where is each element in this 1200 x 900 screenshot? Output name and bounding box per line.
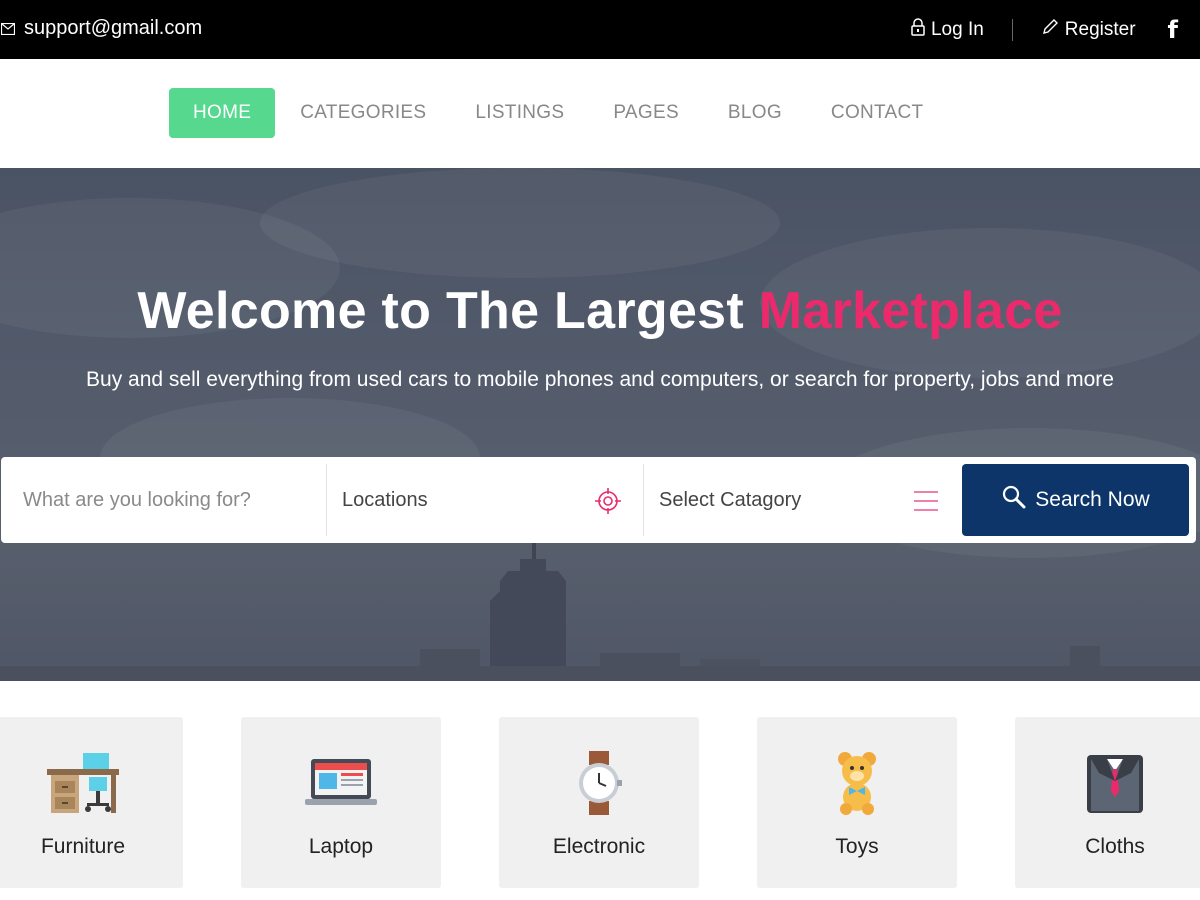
suit-icon (1015, 751, 1200, 815)
location-label: Locations (342, 488, 428, 511)
search-now-button[interactable]: Search Now (962, 464, 1189, 536)
category-label: Laptop (308, 835, 374, 858)
search-now-label: Search Now (1035, 488, 1150, 511)
nav-blog[interactable]: BLOG (704, 88, 806, 138)
login-label: Log In (930, 19, 984, 40)
watch-icon (499, 751, 699, 815)
category-card-furniture[interactable]: Furniture (0, 717, 183, 888)
register-label: Register (1064, 19, 1136, 40)
category-card-electronic[interactable]: Electronic (499, 717, 699, 888)
keyword-input[interactable]: What are you looking for? (1, 464, 327, 536)
category-label: Furniture (40, 835, 126, 858)
divider (1011, 19, 1013, 41)
hero-title-main: Welcome to The Largest (137, 282, 759, 340)
location-select[interactable]: Locations (327, 464, 644, 536)
facebook-icon[interactable]: f (1168, 16, 1178, 44)
pencil-icon (1041, 18, 1059, 42)
laptop-icon (241, 751, 441, 815)
hero-subtitle: Buy and sell everything from used cars t… (86, 368, 1114, 391)
main-nav: HOME CATEGORIES LISTINGS PAGES BLOG CONT… (0, 59, 1200, 168)
envelope-icon (0, 21, 16, 37)
hero-title-accent: Marketplace (758, 282, 1063, 340)
nav-pages[interactable]: PAGES (589, 88, 703, 138)
crosshair-icon (595, 488, 621, 514)
category-card-cloths[interactable]: Cloths (1015, 717, 1200, 888)
nav-contact[interactable]: CONTACT (807, 88, 948, 138)
login-link[interactable]: Log In (911, 18, 984, 42)
category-card-toys[interactable]: Toys (757, 717, 957, 888)
category-grid: Furniture Laptop Electronic Toys Cloths (0, 681, 1200, 900)
hero-title: Welcome to The Largest Marketplace (0, 281, 1200, 341)
search-bar: What are you looking for? Locations Sele… (1, 457, 1196, 543)
nav-listings[interactable]: LISTINGS (451, 88, 588, 138)
hero-section: Welcome to The Largest Marketplace Buy a… (0, 168, 1200, 681)
search-icon (1001, 484, 1027, 516)
support-email[interactable]: support@gmail.com (0, 17, 202, 40)
category-label: Electronic (552, 835, 646, 858)
nav-home[interactable]: HOME (169, 88, 276, 138)
teddy-bear-icon (757, 751, 957, 815)
category-label: Cloths (1085, 835, 1145, 858)
email-text: support@gmail.com (24, 17, 203, 39)
category-select[interactable]: Select Catagory (644, 464, 961, 536)
lock-icon (911, 18, 925, 42)
top-bar: support@gmail.com Log In Register f (0, 0, 1200, 59)
category-label: Toys (835, 835, 879, 858)
category-card-laptop[interactable]: Laptop (241, 717, 441, 888)
menu-icon (913, 488, 939, 514)
register-link[interactable]: Register (1041, 18, 1136, 42)
category-label: Select Catagory (659, 488, 802, 511)
furniture-icon (0, 751, 183, 815)
nav-categories[interactable]: CATEGORIES (276, 88, 450, 138)
